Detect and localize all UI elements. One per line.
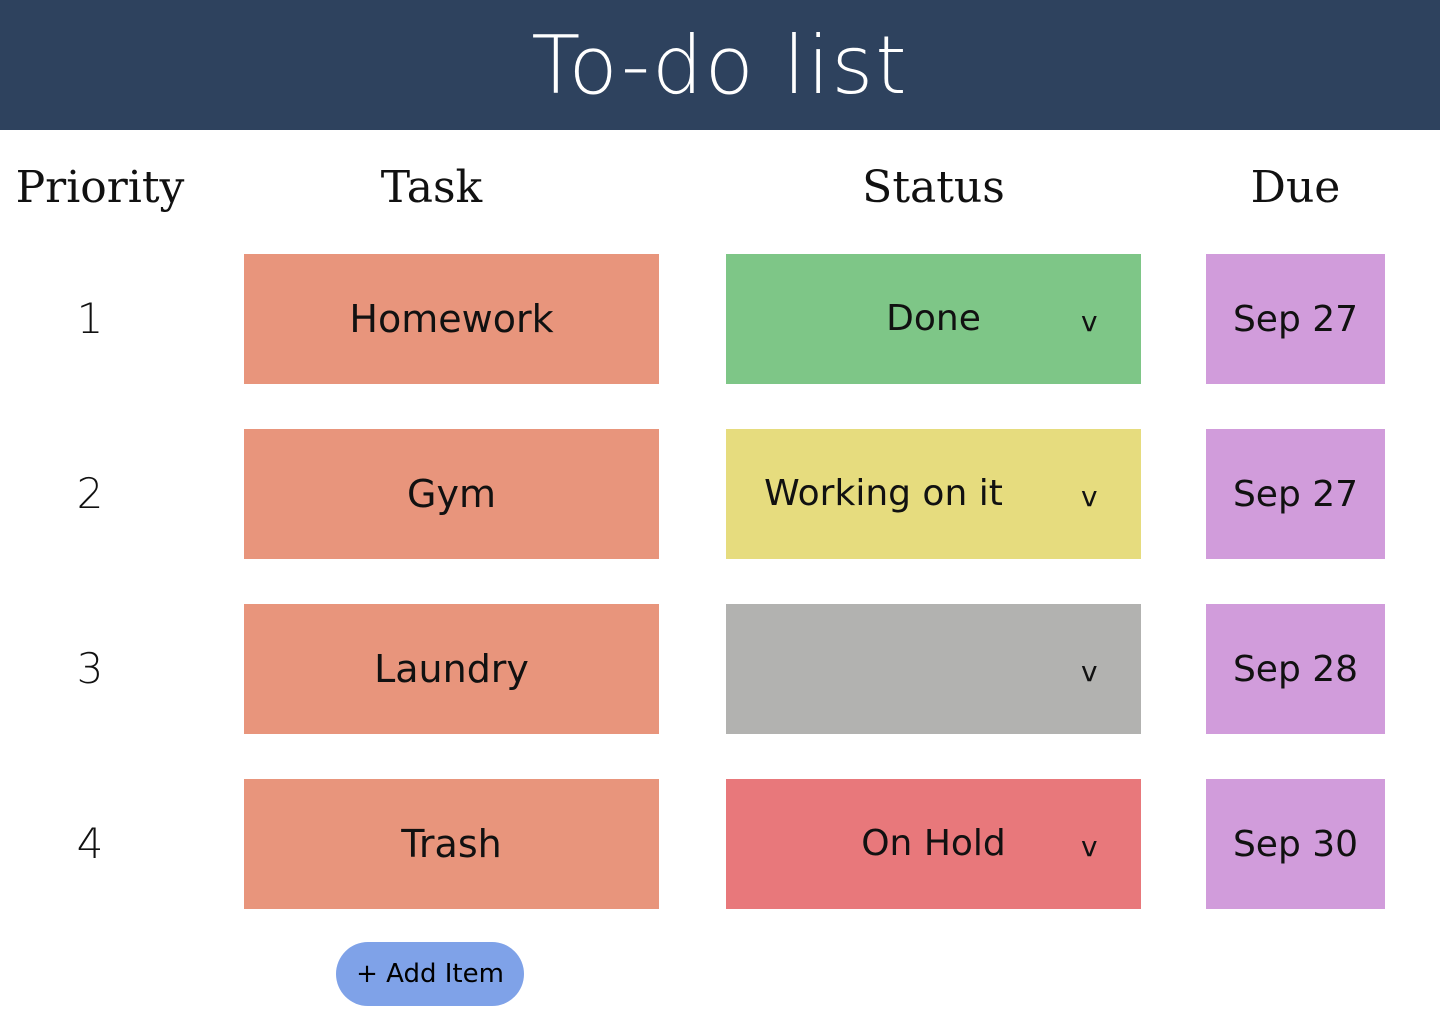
- status-label: [726, 604, 1141, 734]
- task-label: Laundry: [374, 647, 529, 691]
- status-dropdown[interactable]: v: [726, 604, 1141, 734]
- status-dropdown[interactable]: Done v: [726, 254, 1141, 384]
- task-cell[interactable]: Gym: [244, 429, 659, 559]
- column-header-status: Status: [862, 162, 1005, 213]
- status-dropdown[interactable]: On Hold v: [726, 779, 1141, 909]
- table-row: 4 Trash On Hold v Sep 30: [0, 779, 1440, 909]
- add-item-button[interactable]: + Add Item: [336, 942, 524, 1006]
- column-header-due: Due: [1250, 162, 1341, 213]
- chevron-down-icon[interactable]: v: [1081, 779, 1098, 909]
- task-cell[interactable]: Laundry: [244, 604, 659, 734]
- due-date-cell[interactable]: Sep 27: [1206, 429, 1385, 559]
- task-cell[interactable]: Trash: [244, 779, 659, 909]
- table-row: 2 Gym Working on it v Sep 27: [0, 429, 1440, 559]
- due-date-cell[interactable]: Sep 28: [1206, 604, 1385, 734]
- due-date-label: Sep 30: [1232, 823, 1359, 865]
- column-header-task: Task: [380, 162, 483, 213]
- due-date-label: Sep 27: [1232, 473, 1359, 515]
- chevron-down-icon[interactable]: v: [1081, 429, 1098, 559]
- column-header-priority: Priority: [15, 162, 185, 213]
- status-label: Working on it: [764, 473, 1003, 514]
- due-date-label: Sep 27: [1232, 298, 1359, 340]
- priority-number: 4: [76, 819, 104, 868]
- due-date-cell[interactable]: Sep 30: [1206, 779, 1385, 909]
- status-label: Done: [886, 298, 981, 339]
- priority-number: 3: [76, 644, 104, 693]
- task-label: Trash: [401, 822, 502, 866]
- due-date-cell[interactable]: Sep 27: [1206, 254, 1385, 384]
- chevron-down-icon[interactable]: v: [1081, 254, 1098, 384]
- due-date-label: Sep 28: [1232, 648, 1359, 690]
- status-label: On Hold: [861, 823, 1006, 864]
- task-cell[interactable]: Homework: [244, 254, 659, 384]
- chevron-down-icon[interactable]: v: [1081, 604, 1098, 734]
- task-label: Homework: [349, 297, 554, 341]
- table-row: 3 Laundry v Sep 28: [0, 604, 1440, 734]
- priority-number: 2: [76, 469, 104, 518]
- priority-number: 1: [76, 294, 104, 343]
- header-bar: To-do list: [0, 0, 1440, 130]
- table-row: 1 Homework Done v Sep 27: [0, 254, 1440, 384]
- page-title: To-do list: [531, 18, 909, 112]
- task-label: Gym: [407, 472, 496, 516]
- status-dropdown[interactable]: Working on it v: [726, 429, 1141, 559]
